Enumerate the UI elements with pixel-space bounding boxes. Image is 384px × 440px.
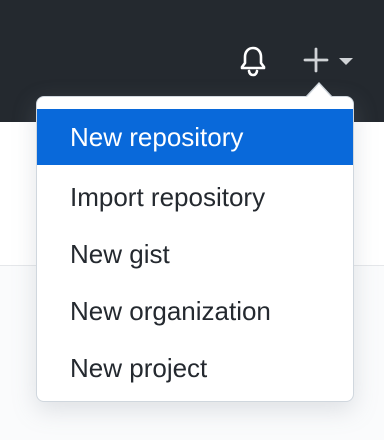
menu-item-new-gist[interactable]: New gist	[37, 226, 353, 283]
dropdown-caret	[306, 84, 332, 98]
menu-item-new-project[interactable]: New project	[37, 340, 353, 397]
plus-icon	[303, 47, 329, 73]
create-new-button[interactable]	[298, 42, 360, 78]
caret-down-icon	[339, 58, 353, 65]
create-new-dropdown: New repository Import repository New gis…	[36, 96, 354, 402]
page: New repository Import repository New gis…	[0, 0, 384, 440]
menu-item-new-repository[interactable]: New repository	[37, 109, 353, 165]
menu-item-import-repository[interactable]: Import repository	[37, 169, 353, 226]
notifications-button[interactable]	[236, 44, 270, 78]
bell-icon	[240, 46, 266, 77]
menu-item-new-organization[interactable]: New organization	[37, 283, 353, 340]
dropdown-menu: New repository Import repository New gis…	[37, 97, 353, 405]
